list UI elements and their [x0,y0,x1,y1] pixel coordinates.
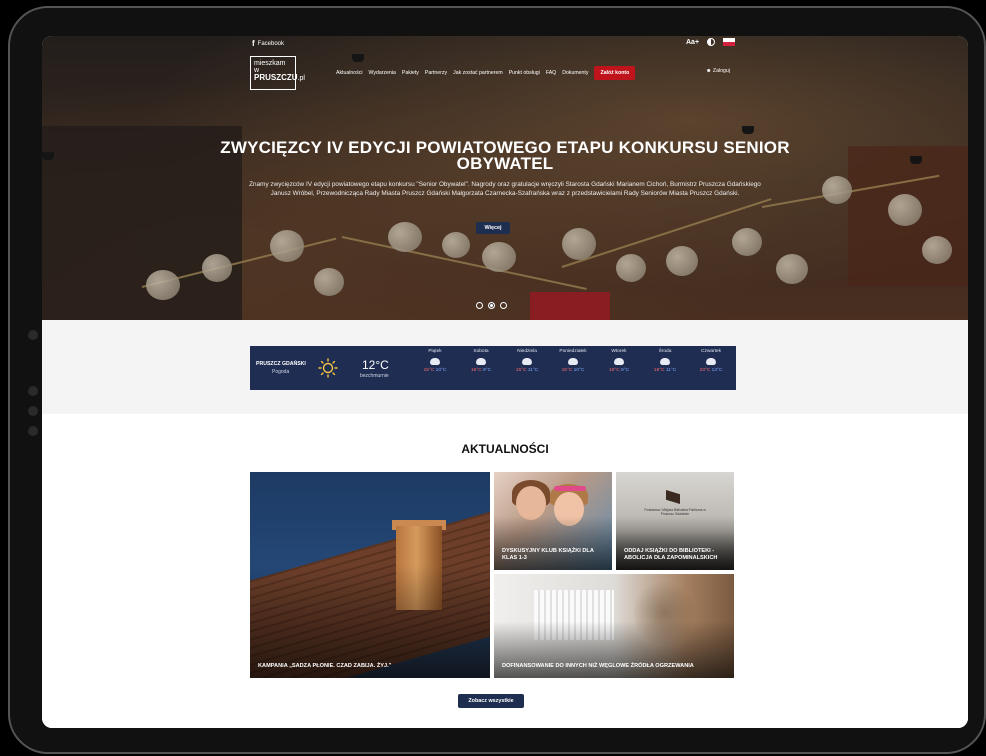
forecast-high: 18°C [653,368,665,373]
news-card-shade [250,564,490,678]
news-image-girl-face [516,486,546,520]
login-link[interactable]: ☻ Zaloguj [706,68,730,74]
cloud-icon [522,358,532,365]
forecast-day-name: Poniedziałek [559,349,587,354]
forecast-low: 11°C [665,368,677,373]
see-all-news-button[interactable]: Zobacz wszystkie [458,694,524,708]
news-card-book-club[interactable]: DYSKUSYJNY KLUB KSIĄŻKI DLA KLAS 1-3 [494,472,612,570]
facebook-link[interactable]: f Facebook [252,39,284,48]
forecast-day-name: Środa [658,349,672,354]
nav-item-dokumenty[interactable]: Dokumenty [562,70,588,76]
logo-line-3: PRUSZCZU [254,73,298,82]
hero-title: ZWYCIĘZCY IV EDYCJI POWIATOWEGO ETAPU KO… [220,138,790,173]
forecast-day: Wtorek 16°C 9°C [596,346,642,373]
forecast-high: 16°C [608,368,620,373]
forecast-low: 9°C [621,368,630,373]
forecast-day-name: Niedziela [517,349,537,354]
logo-line-1: mieszkam [254,60,286,67]
forecast-day-name: Sobota [473,349,489,354]
forecast-day: Poniedziałek 15°C 10°C [550,346,596,373]
login-label: Zaloguj [712,68,730,74]
hero-slider: f Facebook Aa+ mieszkam w PRUSZCZU.pl Ak… [42,36,968,320]
forecast-high: 23°C [699,368,711,373]
nav-item-jak-zostac-partnerem[interactable]: Jak zostać partnerem [453,70,503,76]
library-logo-icon [666,490,680,504]
news-card-title: KAMPANIA „SADZA PŁONIE. CZAD ZABIJA. ŻYJ… [258,663,392,669]
current-temperature: 12°C [362,358,389,372]
weather-city: PRUSZCZ GDAŃSKI [256,361,306,367]
forecast-low: 9°C [483,368,492,373]
font-size-button[interactable]: Aa+ [686,39,699,46]
accessibility-tools: Aa+ [686,38,736,46]
news-section-title: AKTUALNOŚCI [461,442,549,456]
cloud-icon [660,358,670,365]
forecast-low: 10°C [573,368,585,373]
forecast-day: Sobota 16°C 9°C [458,346,504,373]
forecast-day: Środa 18°C 11°C [642,346,688,373]
news-image-headband [554,486,586,491]
nav-item-punkt-obslugi[interactable]: Punkt obsługi [509,70,540,76]
nav-item-partnerzy[interactable]: Partnerzy [425,70,447,76]
news-card-title: DYSKUSYJNY KLUB KSIĄŻKI DLA KLAS 1-3 [502,548,594,561]
slider-dot[interactable] [500,302,507,309]
cloud-icon [614,358,624,365]
cloud-icon [706,358,716,365]
news-section [42,414,968,728]
partly-cloudy-icon [430,358,440,365]
create-account-button[interactable]: Załóż konto [594,66,636,80]
main-navigation: Aktualności Wydarzenia Pakiety Partnerzy… [336,66,636,80]
side-button [28,426,38,436]
nav-item-pakiety[interactable]: Pakiety [402,70,419,76]
forecast-low: 10°C [435,368,447,373]
forecast-low: 11°C [527,368,539,373]
forecast-day-name: Wtorek [611,349,627,354]
logo-suffix: .pl [297,75,305,82]
hero-description: Znamy zwycięzców IV edycji powiatowego e… [249,181,761,197]
polish-flag-icon[interactable] [723,38,736,46]
nav-item-wydarzenia[interactable]: Wydarzenia [369,70,396,76]
weather-forecast: Piątek 15°C 10°C Sobota 16°C 9°C Niedzie… [412,346,734,373]
news-card-heating-subsidy[interactable]: DOFINANSOWANIE DO INNYCH NIŻ WĘGLOWE ŹRÓ… [494,574,734,678]
weather-label: Pogoda [272,369,290,375]
forecast-day-name: Piątek [428,349,442,354]
forecast-high: 15°C [423,368,435,373]
forecast-high: 16°C [470,368,482,373]
facebook-icon: f [252,39,255,48]
weather-widget: PRUSZCZ GDAŃSKI Pogoda 12°C bezchmurnie … [250,346,736,390]
news-card-title: ODDAJ KSIĄŻKI DO BIBLIOTEKI - ABOLICJA D… [624,548,718,561]
slider-dot[interactable] [476,302,483,309]
slider-dot-active[interactable] [488,302,495,309]
hero-more-button[interactable]: Więcej [476,222,510,234]
contrast-icon[interactable] [707,38,716,46]
news-card-library-amnesty[interactable]: Powiatowa i Miejska Biblioteka Publiczna… [616,472,734,570]
browser-screen: f Facebook Aa+ mieszkam w PRUSZCZU.pl Ak… [42,36,968,728]
forecast-low: 13°C [711,368,723,373]
news-card-chimney-campaign[interactable]: KAMPANIA „SADZA PŁONIE. CZAD ZABIJA. ŻYJ… [250,472,490,678]
facebook-label: Facebook [257,40,285,47]
cloud-icon [476,358,486,365]
forecast-high: 15°C [515,368,527,373]
slider-dots [476,302,507,309]
forecast-day: Niedziela 15°C 11°C [504,346,550,373]
nav-item-faq[interactable]: FAQ [546,70,556,76]
side-button [28,406,38,416]
site-logo[interactable]: mieszkam w PRUSZCZU.pl [250,56,305,90]
forecast-day-name: Czwartek [701,349,721,354]
cloud-icon [568,358,578,365]
sun-icon [318,358,338,378]
camera-dot [28,330,38,340]
side-button [28,386,38,396]
nav-item-aktualnosci[interactable]: Aktualności [336,70,363,76]
library-sign-text: Powiatowa i Miejska Biblioteka Publiczna… [644,508,706,516]
weather-condition: bezchmurnie [360,373,389,379]
top-bar: f Facebook Aa+ [42,36,968,50]
forecast-high: 15°C [561,368,573,373]
forecast-day: Czwartek 23°C 13°C [688,346,734,373]
user-icon: ☻ [706,68,712,74]
news-card-title: DOFINANSOWANIE DO INNYCH NIŻ WĘGLOWE ŹRÓ… [502,663,694,669]
forecast-day: Piątek 15°C 10°C [412,346,458,373]
